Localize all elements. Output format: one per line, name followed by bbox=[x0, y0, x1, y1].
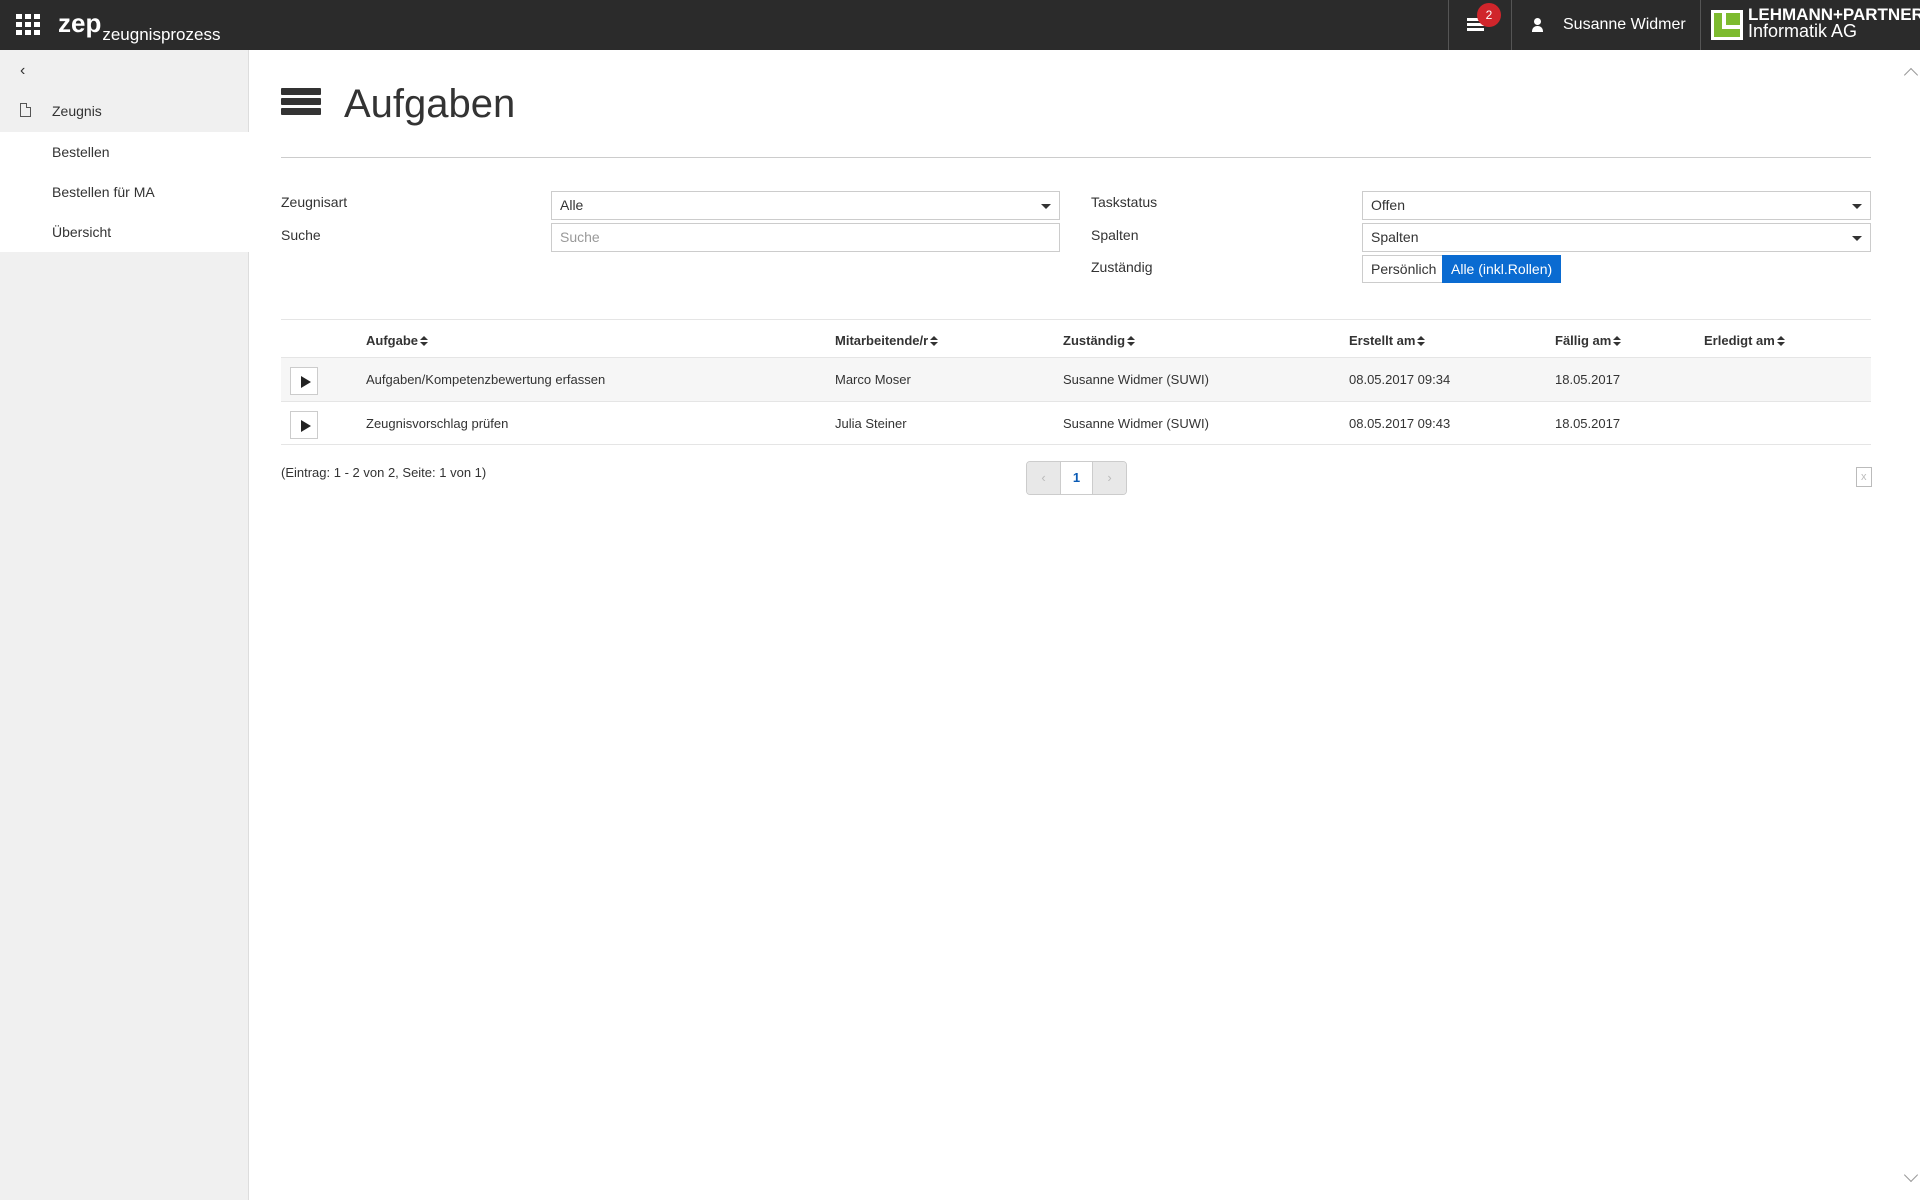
sort-icon bbox=[420, 336, 428, 346]
column-header-erledigt-am[interactable]: Erledigt am bbox=[1704, 333, 1785, 348]
spalten-value: Spalten bbox=[1371, 229, 1419, 245]
suche-label: Suche bbox=[281, 227, 321, 243]
notifications-button[interactable]: 2 bbox=[1449, 0, 1511, 50]
column-label: Aufgabe bbox=[366, 333, 418, 348]
column-header-aufgabe[interactable]: Aufgabe bbox=[366, 333, 428, 348]
sidebar-section-zeugnis[interactable]: Zeugnis bbox=[0, 92, 249, 132]
company-logo-mark bbox=[1711, 10, 1743, 40]
sidebar-item-uebersicht[interactable]: Übersicht bbox=[0, 212, 249, 252]
sort-icon bbox=[1776, 336, 1785, 346]
table-row[interactable]: Aufgaben/Kompetenzbewertung erfassen Mar… bbox=[281, 357, 1871, 401]
column-label: Erledigt am bbox=[1704, 333, 1775, 348]
scroll-down-icon[interactable] bbox=[1903, 1167, 1919, 1183]
cell-zustaendig: Susanne Widmer (SUWI) bbox=[1063, 416, 1209, 431]
zeugnisart-select[interactable]: Alle bbox=[551, 191, 1060, 220]
column-header-mitarbeitende[interactable]: Mitarbeitende/r bbox=[835, 333, 939, 348]
column-header-zustaendig[interactable]: Zuständig bbox=[1063, 333, 1136, 348]
cell-faellig: 18.05.2017 bbox=[1555, 416, 1621, 431]
taskstatus-label: Taskstatus bbox=[1091, 194, 1158, 210]
cell-zustaendig: Susanne Widmer (SUWI) bbox=[1063, 372, 1209, 387]
sort-icon bbox=[1127, 336, 1136, 346]
page-title: Aufgaben bbox=[344, 82, 516, 126]
column-label: Zuständig bbox=[1063, 333, 1126, 348]
play-icon[interactable] bbox=[290, 367, 318, 395]
taskstatus-select[interactable]: Offen bbox=[1362, 191, 1871, 220]
user-icon bbox=[1532, 18, 1544, 32]
toggle-persoenlich[interactable]: Persönlich bbox=[1362, 255, 1446, 283]
column-header-faellig-am[interactable]: Fällig am bbox=[1555, 333, 1622, 348]
caret-down-icon bbox=[1041, 204, 1051, 209]
company-logo: LEHMANN+PARTNER Informatik AG bbox=[1701, 0, 1920, 50]
scroll-up-icon[interactable] bbox=[1903, 67, 1919, 83]
main-content: Aufgaben Zeugnisart Alle Suche Suche Tas… bbox=[250, 50, 1920, 1200]
sidebar-nav-list: Bestellen Bestellen für MA Übersicht bbox=[0, 132, 249, 252]
user-menu[interactable]: Susanne Widmer bbox=[1512, 0, 1700, 50]
search-input[interactable]: Suche bbox=[551, 223, 1060, 252]
zeugnisart-label: Zeugnisart bbox=[281, 194, 348, 210]
company-logo-text: LEHMANN+PARTNER Informatik AG bbox=[1748, 6, 1920, 40]
pagination-next[interactable]: › bbox=[1093, 462, 1126, 494]
cell-mitarbeitende: Marco Moser bbox=[835, 372, 911, 387]
chevron-left-icon[interactable]: ‹ bbox=[20, 62, 25, 80]
pagination-prev[interactable]: ‹ bbox=[1027, 462, 1060, 494]
top-bar: zepzeugnisprozess 2 Susanne Widmer LEHMA… bbox=[0, 0, 1920, 50]
document-icon bbox=[20, 103, 31, 117]
sidebar: ‹ Zeugnis Bestellen Bestellen für MA Übe… bbox=[0, 50, 249, 1200]
company-line2: Informatik AG bbox=[1748, 21, 1858, 41]
taskstatus-value: Offen bbox=[1371, 197, 1405, 213]
spalten-label: Spalten bbox=[1091, 227, 1139, 243]
table-row[interactable]: Zeugnisvorschlag prüfen Julia Steiner Su… bbox=[281, 401, 1871, 445]
notification-badge: 2 bbox=[1477, 3, 1501, 27]
column-label: Mitarbeitende/r bbox=[835, 333, 929, 348]
app-brand[interactable]: zepzeugnisprozess bbox=[58, 8, 220, 44]
column-label: Fällig am bbox=[1555, 333, 1612, 348]
sort-icon bbox=[930, 336, 939, 346]
zustaendig-label: Zuständig bbox=[1091, 259, 1153, 275]
pagination-info: (Eintrag: 1 - 2 von 2, Seite: 1 von 1) bbox=[281, 465, 487, 480]
sort-icon bbox=[1613, 336, 1622, 346]
column-label: Erstellt am bbox=[1349, 333, 1416, 348]
cell-mitarbeitende: Julia Steiner bbox=[835, 416, 907, 431]
cell-erstellt: 08.05.2017 09:43 bbox=[1349, 416, 1451, 431]
sidebar-item-bestellen[interactable]: Bestellen bbox=[0, 132, 249, 172]
caret-down-icon bbox=[1852, 236, 1862, 241]
caret-down-icon bbox=[1852, 204, 1862, 209]
task-list-icon bbox=[281, 88, 321, 122]
column-header-erstellt-am[interactable]: Erstellt am bbox=[1349, 333, 1426, 348]
zeugnisart-value: Alle bbox=[560, 197, 584, 213]
title-divider bbox=[281, 157, 1871, 158]
sidebar-section-label: Zeugnis bbox=[52, 103, 102, 119]
play-icon[interactable] bbox=[290, 411, 318, 439]
cell-aufgabe: Zeugnisvorschlag prüfen bbox=[366, 416, 509, 431]
toggle-alle-inkl-rollen[interactable]: Alle (inkl.Rollen) bbox=[1442, 255, 1562, 283]
sidebar-item-bestellen-fuer-ma[interactable]: Bestellen für MA bbox=[0, 172, 249, 212]
cell-erstellt: 08.05.2017 09:34 bbox=[1349, 372, 1451, 387]
spalten-select[interactable]: Spalten bbox=[1362, 223, 1871, 252]
user-name: Susanne Widmer bbox=[1563, 16, 1686, 33]
cell-faellig: 18.05.2017 bbox=[1555, 372, 1621, 387]
cell-aufgabe: Aufgaben/Kompetenzbewertung erfassen bbox=[366, 372, 606, 387]
sort-icon bbox=[1417, 336, 1426, 346]
pagination: ‹ 1 › bbox=[1026, 461, 1127, 495]
table-top-divider bbox=[281, 319, 1871, 320]
excel-export-icon[interactable] bbox=[1856, 467, 1872, 487]
pagination-page-1[interactable]: 1 bbox=[1060, 462, 1093, 494]
apps-grid-icon[interactable] bbox=[16, 14, 40, 35]
brand-sub: zeugnisprozess bbox=[102, 25, 221, 44]
brand-main: zep bbox=[58, 8, 102, 38]
